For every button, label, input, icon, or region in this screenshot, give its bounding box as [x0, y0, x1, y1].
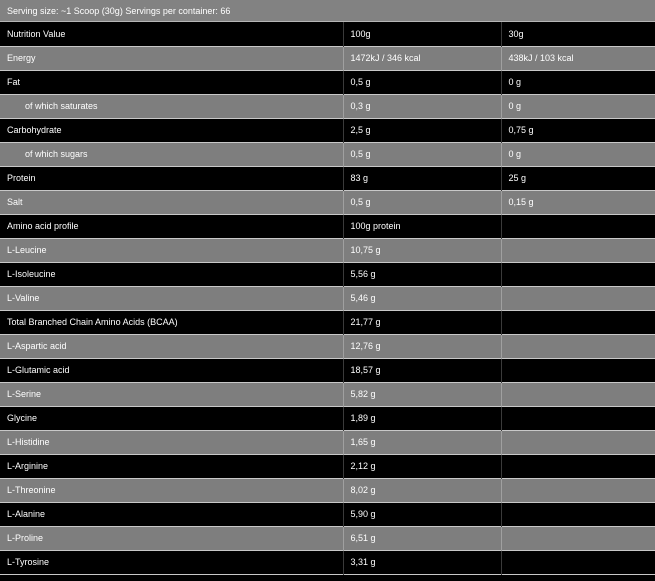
value-per-serving — [501, 262, 655, 286]
nutrient-label: L-Arginine — [0, 454, 344, 478]
value-per-100g: 5,90 g — [343, 502, 502, 526]
table-row: of which saturates 0,3 g0 g — [0, 94, 655, 118]
table-row: Nutrition Value 100g 30g — [0, 22, 655, 46]
table-row: L-Tyrosine 3,31 g — [0, 550, 655, 574]
value-per-serving: 438kJ / 103 kcal — [501, 46, 655, 70]
nutrient-label: L-Isoleucine — [0, 262, 344, 286]
value-per-serving — [501, 430, 655, 454]
table-row: Carbohydrate 2,5 g 0,75 g — [0, 118, 655, 142]
value-per-100g: 1472kJ / 346 kcal — [343, 46, 502, 70]
nutrient-label: Fat — [0, 70, 344, 94]
value-per-100g: 1,65 g — [343, 430, 502, 454]
value-per-serving — [501, 382, 655, 406]
table-row: Fat 0,5 g0 g — [0, 70, 655, 94]
value-per-serving: 0,15 g — [501, 190, 655, 214]
table-row: L-Threonine 8,02 g — [0, 478, 655, 502]
table-row: L-Isoleucine 5,56 g — [0, 262, 655, 286]
table-row: Energy 1472kJ / 346 kcal 438kJ / 103 kcal — [0, 46, 655, 70]
nutrient-label: L-Valine — [0, 286, 344, 310]
nutrient-label: Glycine — [0, 406, 344, 430]
value-per-serving — [501, 286, 655, 310]
table-row: Total Branched Chain Amino Acids (BCAA) 2… — [0, 310, 655, 334]
table-row: Protein 83 g 25 g — [0, 166, 655, 190]
value-per-100g: 6,51 g — [343, 526, 502, 550]
nutrient-label: L-Aspartic acid — [0, 334, 344, 358]
value-per-serving — [501, 214, 655, 238]
table-row: L-Aspartic acid 12,76 g — [0, 334, 655, 358]
nutrient-label: Salt — [0, 190, 344, 214]
value-per-serving — [501, 334, 655, 358]
value-per-serving: 25 g — [501, 166, 655, 190]
table-row: L-Glutamic acid 18,57 g — [0, 358, 655, 382]
value-per-100g: 5,56 g — [343, 262, 502, 286]
value-per-100g: 0,5 g — [343, 190, 502, 214]
value-per-serving: 0,75 g — [501, 118, 655, 142]
value-per-serving — [501, 454, 655, 478]
serving-size-header: Serving size: ~1 Scoop (30g) Servings pe… — [0, 0, 655, 22]
value-per-100g: 21,77 g — [343, 310, 502, 334]
nutrient-label: Carbohydrate — [0, 118, 344, 142]
value-per-100g: 100g protein — [343, 214, 502, 238]
value-per-serving: 0 g — [501, 70, 655, 94]
value-per-100g: 18,57 g — [343, 358, 502, 382]
value-per-serving — [501, 526, 655, 550]
value-per-serving — [501, 478, 655, 502]
value-per-serving — [501, 358, 655, 382]
nutrient-label: L-Threonine — [0, 478, 344, 502]
nutrient-label: Protein — [0, 166, 344, 190]
value-per-100g: 5,46 g — [343, 286, 502, 310]
table-row: L-Alanine 5,90 g — [0, 502, 655, 526]
table-row: Glycine 1,89 g — [0, 406, 655, 430]
table-row: L-Histidine 1,65 g — [0, 430, 655, 454]
value-per-serving: 30g — [501, 22, 655, 46]
nutrient-label: L-Leucine — [0, 238, 344, 262]
nutrient-label: Nutrition Value — [0, 22, 344, 46]
table-row: Salt 0,5 g 0,15 g — [0, 190, 655, 214]
table-row: L-Valine 5,46 g — [0, 286, 655, 310]
value-per-100g: 5,82 g — [343, 382, 502, 406]
value-per-100g: 0,3 g — [343, 94, 502, 118]
nutrient-label: Total Branched Chain Amino Acids (BCAA) — [0, 310, 344, 334]
value-per-100g: 3,31 g — [343, 550, 502, 574]
table-row: of which sugars 0,5 g0 g — [0, 142, 655, 166]
value-per-serving — [501, 550, 655, 574]
nutrient-label: L-Alanine — [0, 502, 344, 526]
nutrient-label: L-Glutamic acid — [0, 358, 344, 382]
value-per-100g: 2,12 g — [343, 454, 502, 478]
nutrient-label: L-Histidine — [0, 430, 344, 454]
nutrient-label: L-Tyrosine — [0, 550, 344, 574]
table-row: L-Proline 6,51 g — [0, 526, 655, 550]
table-row: L-Leucine 10,75 g — [0, 238, 655, 262]
nutrition-table: Nutrition Value 100g 30g Energy 1472kJ / 346… — [0, 22, 655, 575]
nutrient-label: L-Serine — [0, 382, 344, 406]
value-per-serving — [501, 406, 655, 430]
value-per-serving — [501, 502, 655, 526]
table-row: Amino acid profile 100g protein — [0, 214, 655, 238]
value-per-100g: 100g — [343, 22, 502, 46]
value-per-100g: 10,75 g — [343, 238, 502, 262]
nutrient-label: L-Proline — [0, 526, 344, 550]
table-row: L-Serine 5,82 g — [0, 382, 655, 406]
value-per-100g: 83 g — [343, 166, 502, 190]
value-per-100g: 0,5 g — [343, 70, 502, 94]
value-per-100g: 0,5 g — [343, 142, 502, 166]
value-per-100g: 8,02 g — [343, 478, 502, 502]
nutrient-label: of which sugars — [0, 142, 344, 166]
value-per-100g: 2,5 g — [343, 118, 502, 142]
value-per-serving: 0 g — [501, 142, 655, 166]
nutrient-label: Amino acid profile — [0, 214, 344, 238]
nutrient-label: of which saturates — [0, 94, 344, 118]
value-per-100g: 12,76 g — [343, 334, 502, 358]
table-row: L-Arginine 2,12 g — [0, 454, 655, 478]
nutrition-table-body: Nutrition Value 100g 30g Energy 1472kJ / 346… — [0, 22, 655, 574]
value-per-100g: 1,89 g — [343, 406, 502, 430]
value-per-serving — [501, 238, 655, 262]
value-per-serving — [501, 310, 655, 334]
value-per-serving: 0 g — [501, 94, 655, 118]
nutrient-label: Energy — [0, 46, 344, 70]
